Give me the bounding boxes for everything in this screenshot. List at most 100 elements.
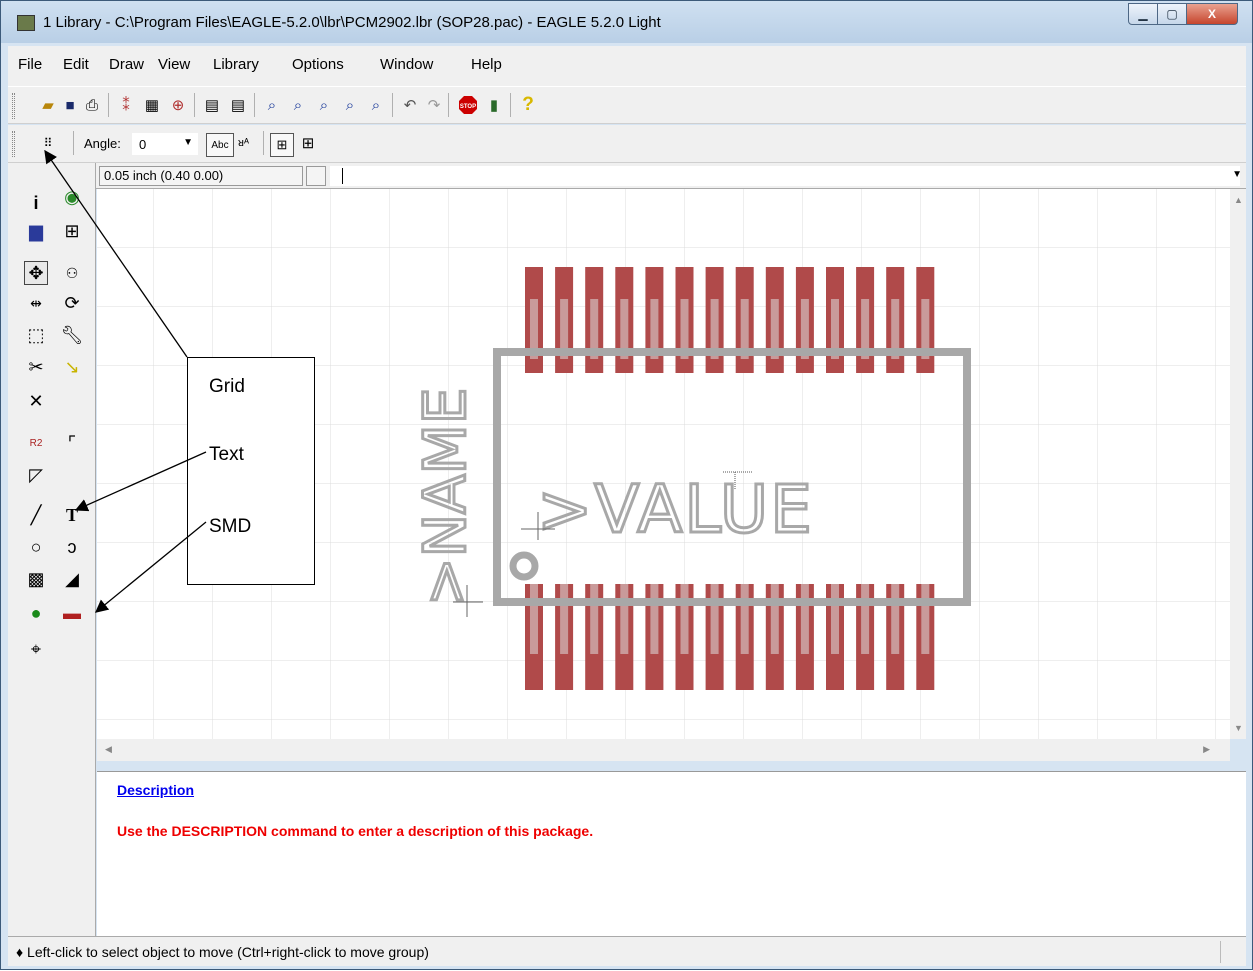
lead-bottom: [680, 584, 689, 654]
text-mirror-icon[interactable]: ᴚᴬ: [238, 137, 249, 149]
redraw-icon[interactable]: ⌕: [340, 95, 360, 115]
description-hint: Use the DESCRIPTION command to enter a d…: [117, 823, 594, 839]
menu-library[interactable]: Library: [213, 56, 259, 73]
text-icon[interactable]: T: [60, 503, 84, 527]
menu-help[interactable]: Help: [471, 56, 502, 73]
lead-bottom: [530, 584, 538, 654]
status-text: ♦ Left-click to select object to move (C…: [16, 944, 429, 960]
zoom-out-icon[interactable]: ⌕: [314, 95, 334, 115]
lead-bottom: [800, 584, 809, 654]
title-bar: 1 Library - C:\Program Files\EAGLE-5.2.0…: [1, 1, 1252, 43]
circle-icon[interactable]: ○: [24, 535, 48, 559]
lead-bottom: [740, 584, 749, 654]
toolbar2-grip[interactable]: [12, 131, 15, 157]
menu-bar: File Edit Draw View Library Options Wind…: [8, 46, 1246, 86]
scroll-down-icon[interactable]: ▼: [1234, 723, 1243, 733]
menu-view[interactable]: View: [158, 56, 190, 73]
save-icon[interactable]: ■: [60, 95, 80, 115]
zoom-select-icon[interactable]: ⌕: [366, 95, 386, 115]
eagle-app-icon: [17, 15, 35, 31]
resize-grip[interactable]: [1220, 941, 1238, 963]
open-icon[interactable]: ▰: [38, 95, 58, 115]
command-input[interactable]: [330, 166, 1240, 186]
paste-icon[interactable]: ↘: [60, 355, 84, 379]
maximize-button[interactable]: ▢: [1157, 3, 1187, 25]
minimize-icon: ▁: [1138, 7, 1148, 21]
lead-bottom: [650, 584, 659, 654]
change-icon[interactable]: 🔧︎: [60, 323, 84, 347]
zoom-in-icon[interactable]: ⌕: [288, 95, 308, 115]
main-toolbar: ▰ ■ ⎙ ⁑ ▦ ⊕ ▤ ▤ ⌕ ⌕ ⌕ ⌕ ⌕ ↶ ↷ STOP ▮ ?: [8, 86, 1246, 124]
name-icon[interactable]: R2: [24, 431, 48, 455]
group-icon[interactable]: ⬚: [24, 323, 48, 347]
stop-icon[interactable]: STOP: [458, 95, 478, 115]
menu-edit[interactable]: Edit: [63, 56, 89, 73]
mirror-icon[interactable]: ⇹: [24, 291, 48, 315]
angle-select[interactable]: 0 ▼: [132, 133, 198, 155]
lead-bottom: [770, 584, 779, 654]
lead-bottom: [560, 584, 569, 654]
layers-icon[interactable]: ▆: [24, 219, 48, 243]
ulp-icon[interactable]: ▤: [228, 95, 248, 115]
board-icon[interactable]: ▦: [142, 95, 162, 115]
app-window: 1 Library - C:\Program Files\EAGLE-5.2.0…: [0, 0, 1253, 970]
help-icon[interactable]: ?: [518, 94, 538, 115]
copy-icon[interactable]: ⚇: [60, 261, 84, 285]
redo-icon[interactable]: ↷: [424, 95, 444, 115]
info-icon[interactable]: i: [24, 191, 48, 215]
horizontal-scrollbar[interactable]: ◀ ▶: [97, 739, 1230, 761]
print-icon[interactable]: ⎙: [82, 95, 102, 115]
undo-icon[interactable]: ↶: [400, 95, 420, 115]
miter-icon[interactable]: ⌜: [60, 431, 84, 455]
grid-mode-button-1[interactable]: ⊞: [270, 133, 294, 157]
command-dropdown-icon[interactable]: ▼: [1232, 169, 1242, 180]
wire-icon[interactable]: ╱: [24, 503, 48, 527]
command-bar: 0.05 inch (0.40 0.00) ▼: [96, 163, 1246, 189]
scroll-right-icon[interactable]: ▶: [1203, 744, 1210, 755]
cut-icon[interactable]: ✂: [24, 355, 48, 379]
svg-text:STOP: STOP: [460, 104, 476, 110]
rect-icon[interactable]: ▩: [24, 567, 48, 591]
menu-options[interactable]: Options: [292, 56, 344, 73]
mark-icon[interactable]: ⊞: [60, 219, 84, 243]
pad-icon[interactable]: ●: [24, 601, 48, 625]
cam-icon[interactable]: ⁑: [116, 95, 136, 115]
minimize-button[interactable]: ▁: [1128, 3, 1158, 25]
delete-icon[interactable]: ✕: [24, 389, 48, 413]
command-history-box[interactable]: [306, 166, 326, 186]
description-link[interactable]: Description: [117, 782, 194, 798]
caption-buttons: ▁ ▢ X: [1128, 3, 1238, 25]
vertical-scrollbar[interactable]: ▲ ▼: [1230, 189, 1246, 739]
toolbar-grip[interactable]: [12, 93, 15, 119]
go-icon[interactable]: ▮: [484, 95, 504, 115]
text-spin-button[interactable]: Abc: [206, 133, 234, 157]
callout-label-grid: Grid: [209, 376, 245, 397]
scroll-up-icon[interactable]: ▲: [1234, 195, 1243, 205]
grid-mode-icon[interactable]: ⊞: [298, 133, 318, 153]
menu-draw[interactable]: Draw: [109, 56, 144, 73]
move-icon[interactable]: ✥: [24, 261, 48, 285]
menu-window[interactable]: Window: [380, 56, 433, 73]
polygon-icon[interactable]: ◢: [60, 567, 84, 591]
lead-bottom: [831, 584, 839, 654]
smd-icon[interactable]: ▬: [60, 601, 84, 625]
menu-file[interactable]: File: [18, 56, 42, 73]
angle-value: 0: [139, 137, 147, 152]
eye-icon[interactable]: ◉: [60, 185, 84, 209]
script-icon[interactable]: ▤: [202, 95, 222, 115]
zoom-fit-icon[interactable]: ⌕: [262, 95, 282, 115]
text-abc-icon: Abc: [211, 139, 229, 151]
grid-icon[interactable]: ⠿: [38, 133, 58, 153]
coordinate-readout: 0.05 inch (0.40 0.00): [99, 166, 303, 186]
scroll-left-icon[interactable]: ◀: [105, 744, 112, 755]
callout-label-smd: SMD: [209, 516, 252, 537]
rotate-icon[interactable]: ⟳: [60, 291, 84, 315]
arc-icon[interactable]: ↄ: [60, 535, 84, 559]
close-button[interactable]: X: [1186, 3, 1238, 25]
parameter-toolbar: ⠿ Angle: 0 ▼ Abc ᴚᴬ ⊞ ⊞: [8, 125, 1246, 163]
hole-icon[interactable]: ⌖: [24, 637, 48, 661]
status-bar: ♦ Left-click to select object to move (C…: [8, 936, 1246, 966]
lead-bottom: [921, 584, 930, 654]
split-icon[interactable]: ◸: [24, 463, 48, 487]
schematic-icon[interactable]: ⊕: [168, 95, 188, 115]
